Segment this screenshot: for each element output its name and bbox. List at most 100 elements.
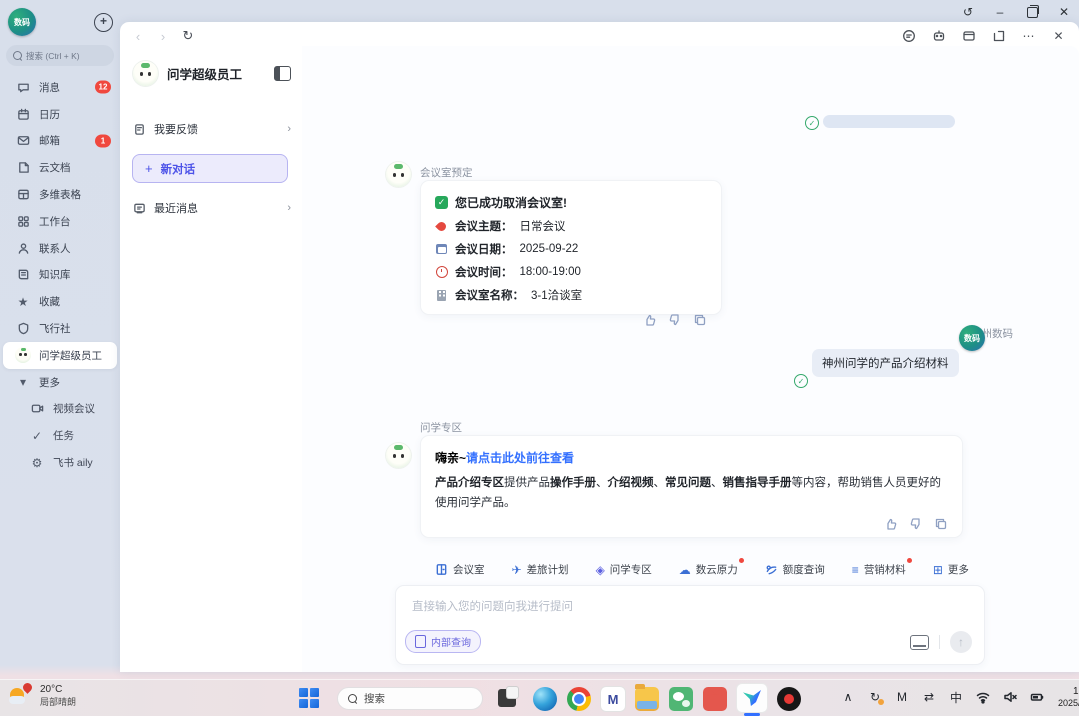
- shortcut-shuyun[interactable]: ☁ 数云原力: [679, 562, 738, 577]
- paragraph-segment: 、: [711, 477, 723, 489]
- sidebar-item-mail[interactable]: 邮箱 1: [0, 128, 120, 155]
- file-explorer-icon[interactable]: [635, 687, 659, 711]
- sidebar-item-community[interactable]: 飞行社: [0, 315, 120, 342]
- message-input[interactable]: 直接输入您的问题向我进行提问 内部查询 ↑: [395, 585, 985, 665]
- shortcut-label: 更多: [948, 562, 969, 577]
- thumbs-up-icon[interactable]: [884, 517, 898, 531]
- recorder-icon[interactable]: [777, 687, 801, 711]
- minimize-button[interactable]: –: [991, 3, 1009, 21]
- copy-icon[interactable]: [693, 313, 707, 327]
- recent-messages-row[interactable]: 最近消息 ›: [133, 198, 291, 218]
- sidebar-item-messages[interactable]: 消息 12: [0, 74, 120, 101]
- cloud-doc-icon: [16, 161, 30, 175]
- start-button[interactable]: [299, 688, 319, 708]
- sidebar-item-label: 飞书 aily: [53, 455, 93, 470]
- sidebar-item-tasks[interactable]: ✓ 任务: [0, 422, 120, 449]
- clock-time: 16:10: [1073, 685, 1079, 698]
- history-icon[interactable]: ↺: [959, 3, 977, 21]
- battery-icon[interactable]: [1029, 689, 1045, 705]
- sidebar-item-calendar[interactable]: 日历: [0, 101, 120, 128]
- wechat-icon[interactable]: [669, 687, 693, 711]
- sidebar-item-contacts[interactable]: 联系人: [0, 235, 120, 262]
- m-tray-icon[interactable]: M: [894, 689, 910, 705]
- bot-icon[interactable]: [930, 28, 947, 45]
- message-sender: 神州数码: [893, 326, 1013, 341]
- copy-icon[interactable]: [934, 517, 948, 531]
- more-icon[interactable]: ⋯: [1020, 28, 1037, 45]
- shortcut-bar: 会议室 ✈ 差旅计划 ◈ 问学专区 ☁ 数云原力 额度查询 ≡ 营销材料: [435, 562, 945, 577]
- sidebar-item-label: 更多: [39, 375, 60, 390]
- m-app-icon[interactable]: M: [601, 687, 625, 711]
- feedback-row[interactable]: 我要反馈 ›: [133, 119, 291, 139]
- thumbs-up-icon[interactable]: [643, 313, 657, 327]
- edge-icon[interactable]: [533, 687, 557, 711]
- cat-app-icon[interactable]: [703, 687, 727, 711]
- bot-avatar: [386, 443, 411, 468]
- sidebar-item-workplace[interactable]: 工作台: [0, 208, 120, 235]
- send-button[interactable]: ↑: [950, 631, 972, 653]
- taskbar-clock[interactable]: 16:10 2025/9/22: [1058, 685, 1079, 710]
- wifi-icon[interactable]: [975, 689, 991, 705]
- unread-badge: 1: [95, 134, 111, 147]
- ime-indicator[interactable]: 中: [948, 689, 964, 705]
- shortcut-label: 差旅计划: [527, 562, 569, 577]
- taskbar-apps: M: [533, 686, 801, 712]
- row-label: 会议时间：: [455, 264, 513, 280]
- meeting-topic-row: 会议主题： 日常会议: [435, 218, 707, 234]
- tray-expand-icon[interactable]: ∧: [840, 689, 856, 705]
- cloud-icon: ☁: [679, 563, 691, 577]
- sidebar-item-wenxue-agent[interactable]: 问学超级员工: [3, 342, 117, 369]
- popout-icon[interactable]: [990, 28, 1007, 45]
- add-icon[interactable]: +: [94, 13, 113, 32]
- taskbar-weather[interactable]: 20°C 局部晴朗: [8, 683, 76, 709]
- network-transfer-icon[interactable]: ⇄: [921, 689, 937, 705]
- robot-avatar-icon: [16, 348, 30, 362]
- paragraph-segment: 介绍视频: [608, 477, 654, 489]
- mail-icon: [16, 134, 30, 148]
- sidebar-item-label: 问学超级员工: [39, 348, 102, 363]
- chrome-icon[interactable]: [567, 687, 591, 711]
- sidebar-item-wiki[interactable]: 知识库: [0, 262, 120, 289]
- goto-link[interactable]: 请点击此处前往查看: [466, 451, 574, 465]
- sidebar-item-base[interactable]: 多维表格: [0, 181, 120, 208]
- volume-muted-icon[interactable]: [1002, 689, 1018, 705]
- shortcut-more[interactable]: ⊞ 更多: [933, 562, 969, 577]
- history-nav: ‹ › ↻: [130, 25, 196, 47]
- user-avatar[interactable]: 数码: [8, 8, 36, 36]
- bot-avatar: [386, 162, 411, 187]
- shortcut-quota-query[interactable]: 额度查询: [765, 562, 825, 577]
- banner-icon[interactable]: [960, 28, 977, 45]
- sidebar-nav: 消息 12 日历 邮箱 1 云文档 多维表格 工作台 联系人: [0, 74, 120, 476]
- maximize-button[interactable]: [1023, 3, 1041, 21]
- sidebar-item-favorites[interactable]: ★ 收藏: [0, 288, 120, 315]
- shortcut-wenxue-zone[interactable]: ◈ 问学专区: [596, 562, 652, 577]
- global-search-input[interactable]: 搜索 (Ctrl + K): [6, 45, 114, 66]
- close-chat-icon[interactable]: ✕: [1050, 28, 1067, 45]
- success-check-icon: ✓: [435, 196, 448, 209]
- sidebar-item-label: 任务: [53, 428, 74, 443]
- thumbs-down-icon[interactable]: [909, 517, 923, 531]
- shortcut-marketing-material[interactable]: ≡ 营销材料: [852, 562, 906, 577]
- paragraph-segment: 、: [654, 477, 666, 489]
- thumbs-down-icon[interactable]: [668, 313, 682, 327]
- internal-query-chip[interactable]: 内部查询: [405, 630, 481, 653]
- close-button[interactable]: ✕: [1055, 3, 1073, 21]
- forward-button[interactable]: ›: [155, 29, 171, 44]
- sync-tray-icon[interactable]: ↻: [867, 689, 883, 705]
- task-view-button[interactable]: [498, 689, 516, 707]
- shortcut-travel-plan[interactable]: ✈ 差旅计划: [512, 562, 569, 577]
- sidebar-toggle-icon[interactable]: [274, 66, 291, 81]
- sidebar-item-more[interactable]: ▾ 更多: [0, 369, 120, 396]
- sidebar-item-video-meeting[interactable]: 视频会议: [0, 396, 120, 423]
- sidebar-item-docs[interactable]: 云文档: [0, 154, 120, 181]
- sidebar-item-aily[interactable]: ⚙ 飞书 aily: [0, 449, 120, 476]
- refresh-button[interactable]: ↻: [180, 28, 196, 44]
- feishu-icon-active[interactable]: [737, 684, 767, 712]
- clock-date: 2025/9/22: [1058, 698, 1079, 710]
- shortcut-meeting-room[interactable]: 会议室: [435, 562, 485, 577]
- new-chat-button[interactable]: + 新对话: [132, 154, 288, 183]
- taskbar-search-input[interactable]: 搜索: [337, 687, 483, 710]
- back-button[interactable]: ‹: [130, 29, 146, 44]
- message-icon[interactable]: [900, 28, 917, 45]
- shortcut-hint-icon[interactable]: [910, 635, 929, 650]
